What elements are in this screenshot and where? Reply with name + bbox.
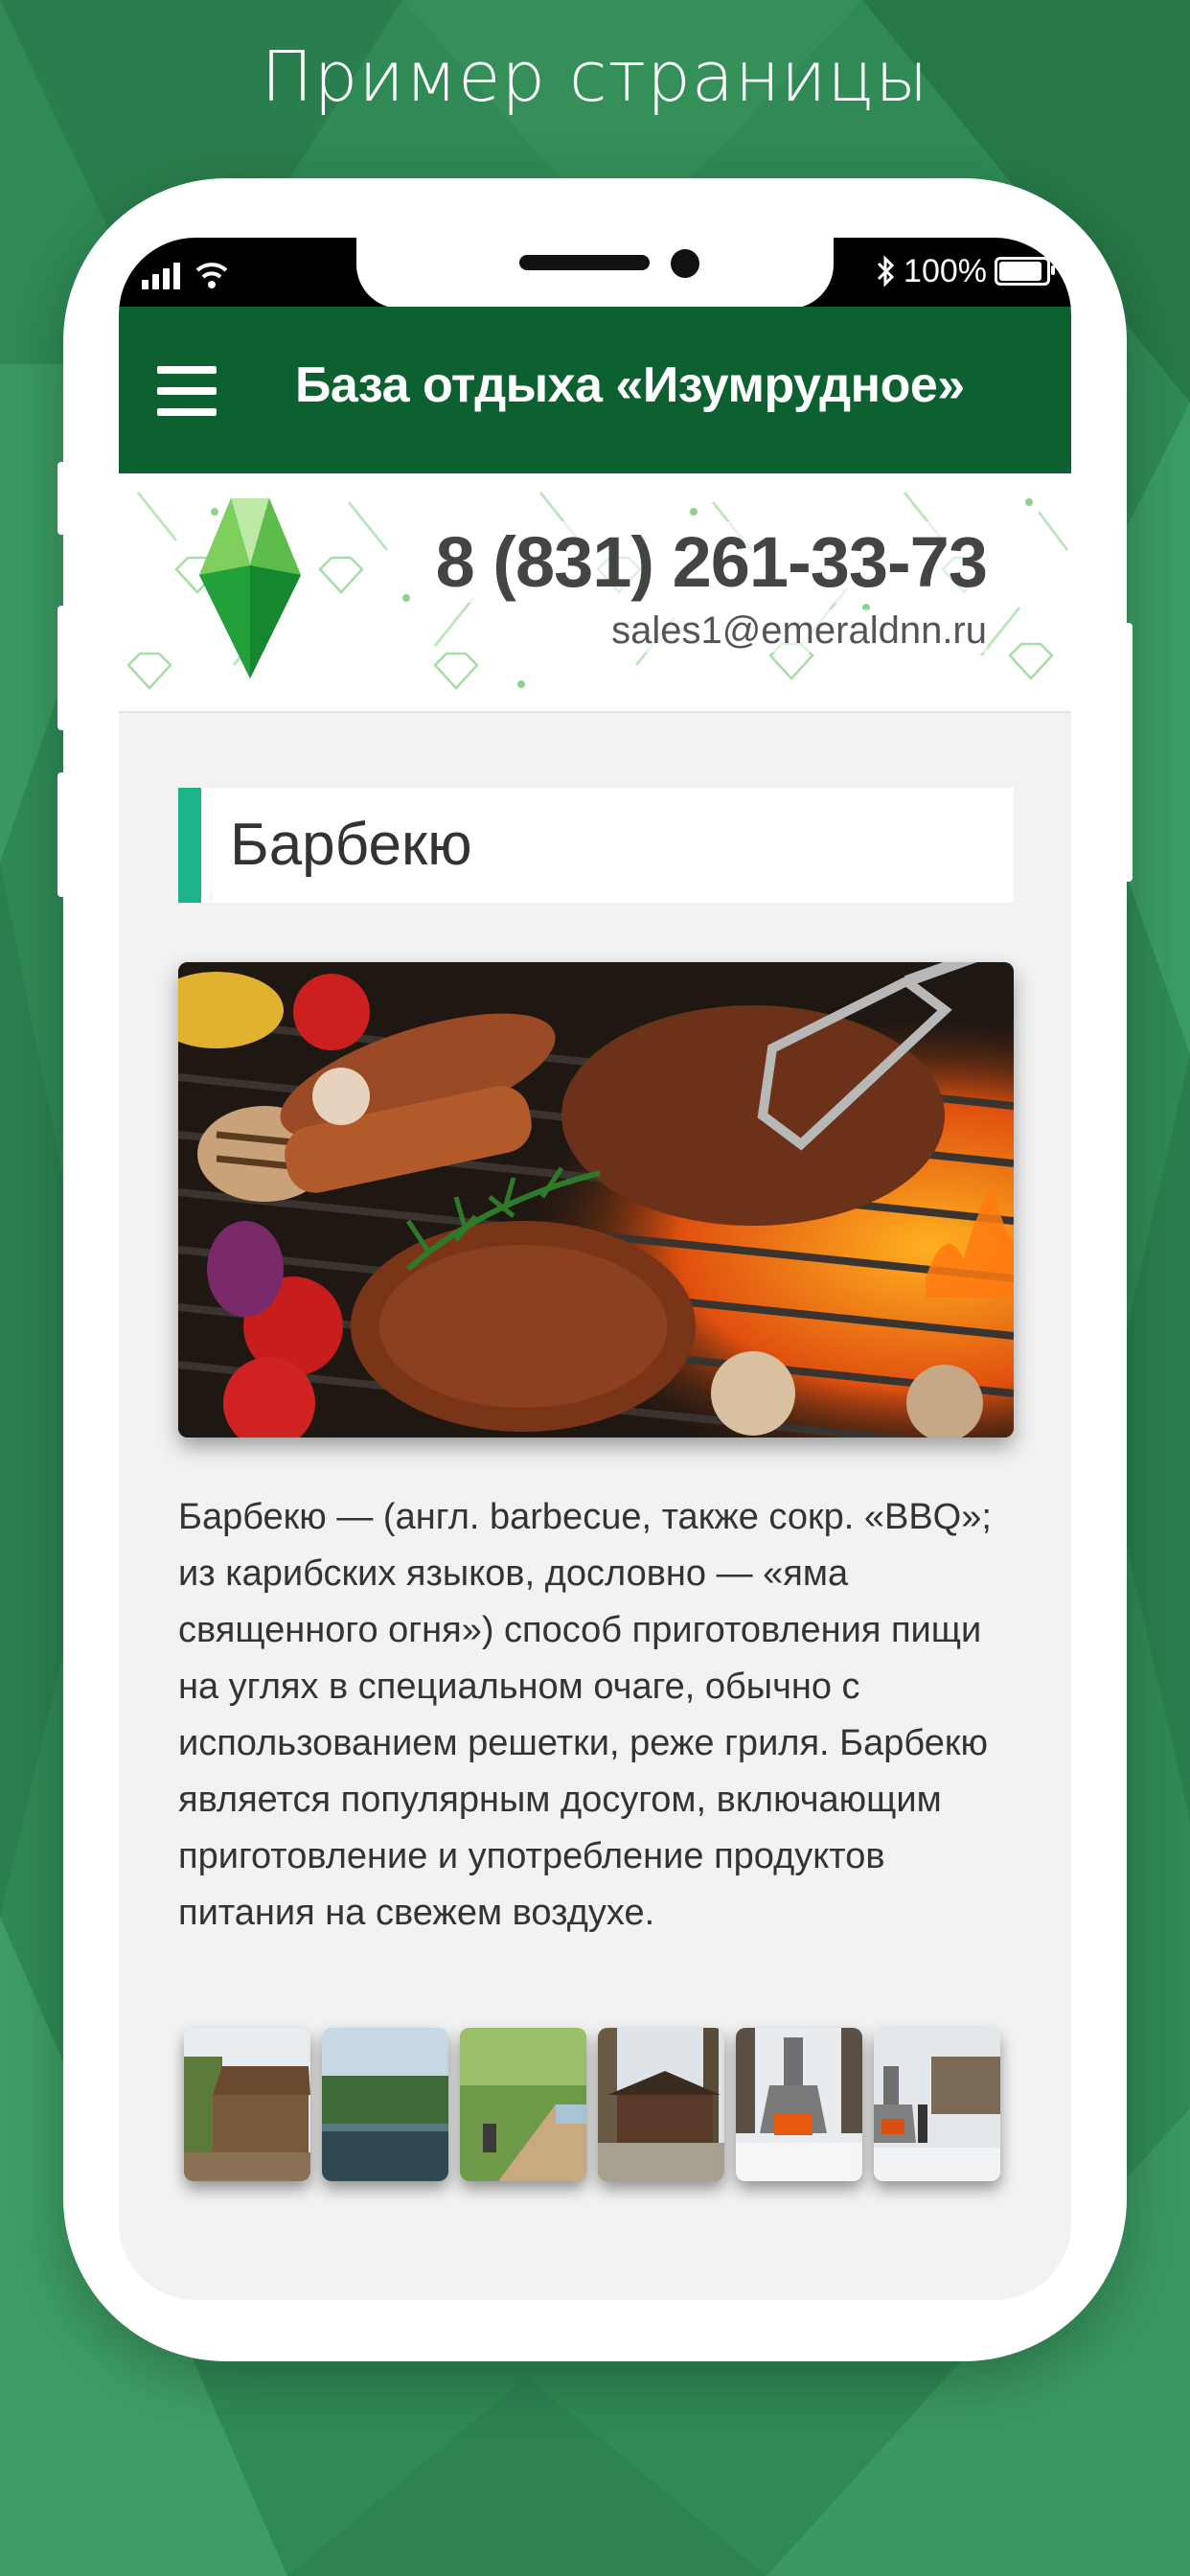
section-title-box: Барбекю bbox=[178, 788, 1014, 903]
silent-switch bbox=[57, 462, 67, 535]
wifi-icon bbox=[195, 263, 228, 288]
lakeside-boardwalk-photo[interactable] bbox=[460, 2028, 586, 2181]
status-left bbox=[142, 251, 228, 289]
contact-band: 8 (831) 261-33-73 sales1@emeraldnn.ru bbox=[119, 473, 1071, 713]
grilled-meat-vegetables-photo bbox=[178, 962, 1014, 1438]
signal-icon bbox=[142, 261, 180, 289]
gazebo-forest-photo[interactable] bbox=[184, 2028, 310, 2181]
page-title: Барбекю bbox=[230, 812, 472, 878]
app-header: База отдыха «Изумрудное» bbox=[119, 307, 1071, 473]
battery-icon bbox=[995, 257, 1055, 286]
article-body: Барбекю — (англ. barbecue, также сокр. «… bbox=[178, 1497, 992, 1933]
title-accent-bar bbox=[178, 788, 201, 903]
speaker bbox=[519, 255, 650, 270]
emerald-crystal-logo bbox=[199, 498, 301, 678]
header-title: База отдыха «Изумрудное» bbox=[295, 357, 965, 413]
contact-email[interactable]: sales1@emeraldnn.ru bbox=[611, 610, 987, 653]
bluetooth-icon bbox=[877, 255, 895, 288]
power-button bbox=[1123, 623, 1133, 882]
hamburger-menu-icon[interactable] bbox=[157, 366, 217, 416]
battery-fill bbox=[999, 262, 1041, 281]
phone-screen: 100% База отдыха «Изумрудное» 8 (831) 26… bbox=[119, 238, 1071, 2300]
contact-phone[interactable]: 8 (831) 261-33-73 bbox=[435, 521, 988, 603]
status-right: 100% bbox=[875, 249, 1055, 293]
volume-up-button bbox=[57, 606, 67, 730]
winter-bbq-grill-photo[interactable] bbox=[736, 2028, 862, 2181]
lake-forest-photo[interactable] bbox=[322, 2028, 448, 2181]
camera bbox=[671, 249, 699, 278]
promo-title: Пример страницы bbox=[261, 36, 929, 117]
winter-bbq-area-photo[interactable] bbox=[874, 2028, 1000, 2181]
volume-down-button bbox=[57, 772, 67, 897]
photo-gallery bbox=[184, 2028, 1008, 2181]
notch bbox=[356, 238, 834, 309]
battery-percent: 100% bbox=[904, 252, 987, 289]
wooden-cabin-photo[interactable] bbox=[598, 2028, 724, 2181]
